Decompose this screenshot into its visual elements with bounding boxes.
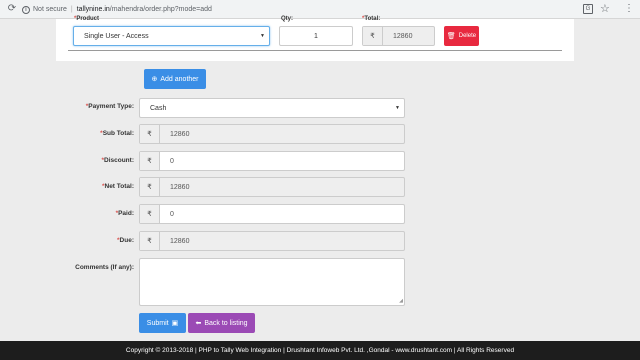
divider [68, 50, 562, 51]
page-content: *Product Qty: *Total: Single User - Acce… [0, 16, 640, 341]
product-select[interactable]: Single User - Access ▼ [73, 26, 270, 46]
net-total-field: ₹ 12860 [139, 177, 405, 197]
submit-button[interactable]: Submit ▣ [139, 313, 186, 333]
address-field[interactable]: i Not secure | tallynine.in/mahendra/ord… [22, 4, 212, 15]
product-label: *Product [74, 16, 100, 22]
comments-label: Comments (If any): [75, 264, 134, 271]
due-label: *Due: [117, 237, 134, 244]
product-select-value: Single User - Access [84, 32, 149, 40]
payment-type-value: Cash [150, 104, 167, 112]
discount-input[interactable]: ₹ 0 [139, 151, 405, 171]
net-total-value: 12860 [170, 183, 190, 191]
address-separator: | [70, 6, 73, 13]
payment-type-select[interactable]: Cash ▼ [139, 98, 405, 118]
chevron-down-icon: ▼ [395, 105, 400, 111]
rupee-icon: ₹ [363, 27, 383, 45]
trash-icon: 🗑 [446, 33, 456, 40]
total-value: 12860 [393, 32, 413, 40]
submit-label: Submit [146, 319, 169, 327]
paid-value: 0 [170, 210, 174, 218]
add-another-button[interactable]: ⊕ Add another [144, 69, 206, 89]
comments-textarea[interactable]: ◢ [139, 258, 405, 306]
save-icon: ▣ [171, 320, 179, 327]
security-status: Not secure [33, 6, 67, 13]
plus-circle-icon: ⊕ [151, 76, 158, 83]
qty-value: 1 [314, 32, 318, 40]
reload-icon[interactable]: ⟳ [6, 3, 18, 15]
add-another-label: Add another [160, 75, 199, 83]
net-total-label: *Net Total: [101, 183, 134, 190]
qty-input[interactable]: 1 [279, 26, 353, 46]
back-label: Back to listing [204, 319, 248, 327]
rupee-icon: ₹ [140, 205, 160, 223]
qty-label: Qty: [281, 16, 293, 22]
total-field: ₹ 12860 [362, 26, 435, 46]
due-field: ₹ 12860 [139, 231, 405, 251]
discount-label: *Discount: [101, 157, 134, 164]
delete-button-label: Delete [458, 33, 477, 39]
delete-button[interactable]: 🗑 Delete [444, 26, 479, 46]
due-value: 12860 [170, 237, 190, 245]
payment-type-label: *Payment Type: [85, 103, 134, 110]
back-to-listing-button[interactable]: ⬅ Back to listing [188, 313, 255, 333]
paid-label: *Paid: [115, 210, 134, 217]
rupee-icon: ₹ [140, 125, 160, 143]
arrow-left-icon: ⬅ [195, 320, 202, 327]
rupee-icon: ₹ [140, 152, 160, 170]
info-icon[interactable]: i [22, 5, 30, 14]
total-label: *Total: [362, 16, 381, 22]
translate-icon[interactable]: G [583, 4, 593, 14]
discount-value: 0 [170, 157, 174, 165]
browser-menu-icon[interactable]: ⋮ [624, 3, 634, 15]
rupee-icon: ₹ [140, 232, 160, 250]
paid-input[interactable]: ₹ 0 [139, 204, 405, 224]
sub-total-field: ₹ 12860 [139, 124, 405, 144]
footer-text: Copyright © 2013-2018 | PHP to Tally Web… [125, 347, 515, 354]
chevron-down-icon: ▼ [260, 33, 265, 39]
sub-total-label: *Sub Total: [100, 130, 134, 137]
url-path: /mahendra/order.php?mode=add [109, 6, 212, 13]
footer: Copyright © 2013-2018 | PHP to Tally Web… [0, 341, 640, 360]
url-host: tallynine.in [76, 6, 110, 13]
bookmark-star-icon[interactable]: ☆ [600, 2, 610, 16]
rupee-icon: ₹ [140, 178, 160, 196]
resize-handle-icon[interactable]: ◢ [399, 299, 403, 304]
sub-total-value: 12860 [170, 130, 190, 138]
